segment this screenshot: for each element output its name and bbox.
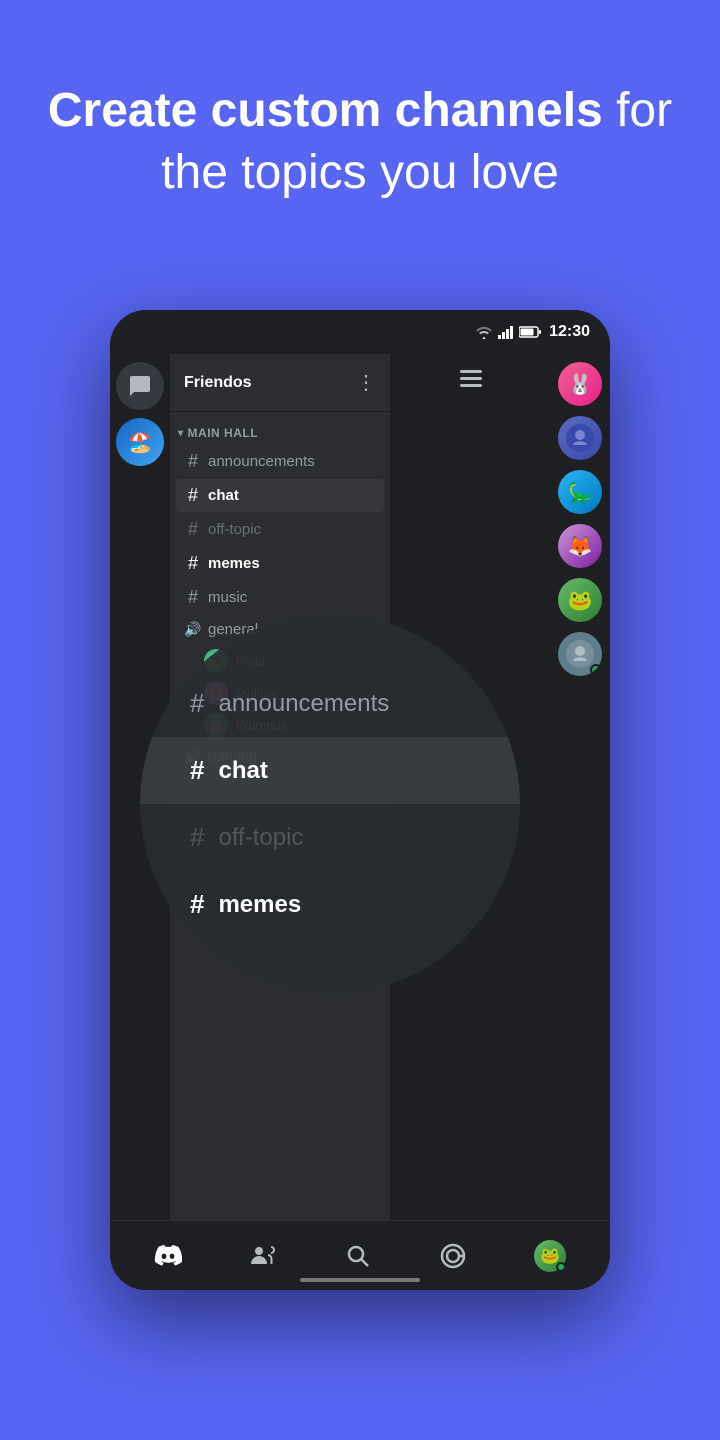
- hash-icon: #: [184, 519, 202, 540]
- zoom-name-announcements: announcements: [218, 690, 389, 718]
- right-avatar-6: [558, 632, 602, 676]
- profile-online-dot: [556, 1262, 566, 1272]
- more-options-button[interactable]: ⋮: [356, 370, 376, 395]
- home-icon-button[interactable]: [116, 362, 164, 410]
- zoom-hash-announcements: #: [190, 688, 204, 719]
- zoom-channel-memes: # memes: [140, 871, 520, 938]
- server-name: Friendos: [184, 374, 252, 392]
- channel-name-off-topic: off-topic: [208, 521, 261, 538]
- right-avatar-4: 🦊: [558, 524, 602, 568]
- hash-icon: #: [184, 587, 202, 608]
- zoom-hash-chat: #: [190, 755, 204, 786]
- battery-icon: [519, 326, 541, 338]
- right-avatar-1: 🐰: [558, 362, 602, 406]
- right-avatar-3: 🦕: [558, 470, 602, 514]
- nav-friends[interactable]: [249, 1242, 277, 1270]
- nav-search[interactable]: [344, 1242, 372, 1270]
- zoom-channel-chat: # chat: [140, 737, 520, 804]
- zoom-channel-announcements: # announcements: [140, 670, 520, 737]
- channel-name-chat: chat: [208, 487, 239, 504]
- hamburger-icon[interactable]: [452, 362, 490, 402]
- zoom-name-chat: chat: [218, 757, 267, 785]
- phone-mockup: 12:30 🏖️: [110, 310, 610, 1290]
- server-icon-1[interactable]: 🏖️: [116, 418, 164, 466]
- chevron-icon: ▾: [178, 428, 184, 439]
- category-name: MAIN HALL: [188, 426, 259, 440]
- server-header: Friendos ⋮: [170, 354, 390, 412]
- zoom-hash-memes: #: [190, 889, 204, 920]
- channel-memes[interactable]: # memes: [176, 547, 384, 580]
- hash-icon: #: [184, 485, 202, 506]
- zoom-name-memes: memes: [218, 891, 301, 919]
- zoom-overlay: # announcements # chat # off-topic: [140, 614, 520, 994]
- channel-name-announcements: announcements: [208, 453, 315, 470]
- speaker-icon: 🔊: [184, 621, 202, 638]
- time-display: 12:30: [549, 323, 590, 341]
- right-avatar-2: [558, 416, 602, 460]
- app-layout: 🏖️ Friendos ⋮ ▾ MAIN HALL: [110, 354, 610, 1220]
- search-icon: [344, 1242, 372, 1270]
- zoom-hash-off-topic: #: [190, 822, 204, 853]
- hero-bold-text: Create custom channels: [48, 84, 603, 137]
- phone-screen: 12:30 🏖️: [110, 310, 610, 1290]
- wifi-icon: [475, 325, 493, 339]
- channel-name-music: music: [208, 589, 247, 606]
- channel-off-topic[interactable]: # off-topic: [176, 513, 384, 546]
- zoom-channel-off-topic: # off-topic: [140, 804, 520, 871]
- right-avatar-5: 🐸: [558, 578, 602, 622]
- channel-chat[interactable]: # chat: [176, 479, 384, 512]
- home-indicator: [300, 1278, 420, 1282]
- nav-mentions[interactable]: [439, 1242, 467, 1270]
- discord-logo-icon: [154, 1242, 182, 1270]
- nav-profile[interactable]: 🐸: [534, 1240, 566, 1272]
- hash-icon: #: [184, 451, 202, 472]
- hero-rest-text: for: [603, 84, 672, 137]
- hash-icon: #: [184, 553, 202, 574]
- signal-icon: [498, 325, 514, 339]
- status-icons: [475, 325, 541, 339]
- mentions-icon: [439, 1242, 467, 1270]
- online-indicator: [590, 664, 602, 676]
- zoom-name-off-topic: off-topic: [218, 824, 303, 852]
- nav-discord[interactable]: [154, 1242, 182, 1270]
- right-avatar-strip: 🐰 🦕 🦊 🐸: [550, 354, 610, 1220]
- channel-announcements[interactable]: # announcements: [176, 445, 384, 478]
- channel-name-memes: memes: [208, 555, 260, 572]
- hero-line2: the topics you love: [161, 146, 559, 199]
- hero-section: Create custom channels for the topics yo…: [0, 0, 720, 245]
- friends-icon: [249, 1242, 277, 1270]
- category-main-hall[interactable]: ▾ MAIN HALL: [170, 420, 390, 444]
- channel-music[interactable]: # music: [176, 581, 384, 614]
- status-bar: 12:30: [110, 310, 610, 354]
